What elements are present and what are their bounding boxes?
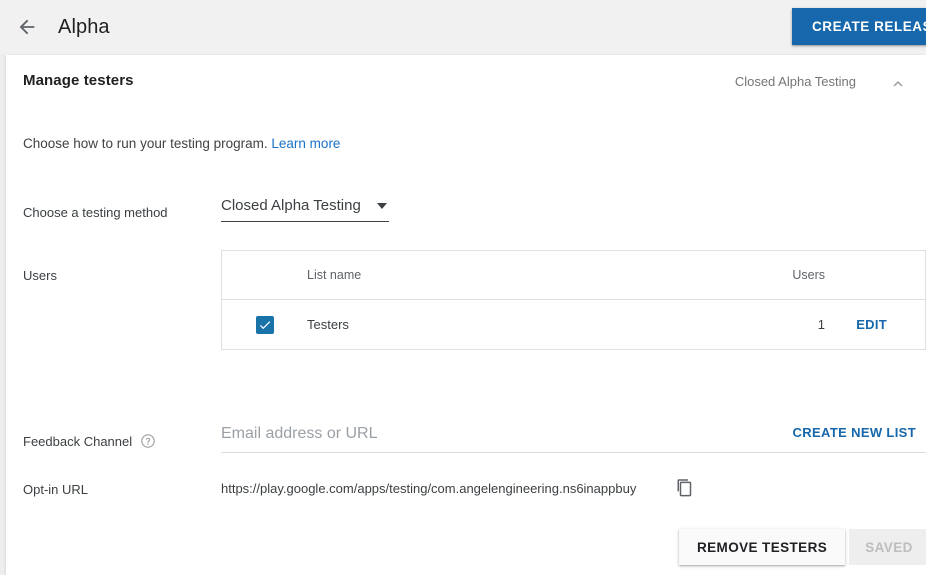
feedback-channel-input[interactable] [221,425,926,443]
app-bar: Alpha [0,0,926,54]
testing-method-label: Choose a testing method [23,205,168,220]
create-release-button[interactable]: CREATE RELEASE [792,8,926,45]
testing-method-selected-value: Closed Alpha Testing [221,197,361,214]
edit-list-link[interactable]: EDIT [856,317,887,332]
copy-icon[interactable] [672,475,698,501]
arrow-back-icon[interactable] [14,14,40,40]
table-row: Testers 1 EDIT [222,300,925,349]
manage-testers-card: Manage testers Closed Alpha Testing Choo… [6,55,926,575]
table-header-row: List name Users [222,251,925,300]
users-table: List name Users Testers 1 EDIT [221,250,926,350]
testing-method-select[interactable]: Closed Alpha Testing [221,197,389,222]
card-status-label: Closed Alpha Testing [734,74,856,89]
feedback-channel-label: Feedback Channel [23,433,133,449]
optin-url-value: https://play.google.com/apps/testing/com… [221,481,637,496]
card-header: Manage testers Closed Alpha Testing [6,55,926,111]
row-list-name: Testers [307,317,349,332]
remove-testers-button[interactable]: REMOVE TESTERS [679,529,846,565]
users-label: Users [23,268,57,283]
row-checkbox-checked[interactable] [255,315,274,334]
saved-button: SAVED [849,529,926,565]
column-header-list-name: List name [307,268,362,282]
help-circle-icon[interactable] [140,433,156,449]
row-users-count: 1 [817,317,825,332]
feedback-channel-field[interactable] [221,425,926,453]
card-subtitle-text: Choose how to run your testing program. [23,136,268,151]
card-title: Manage testers [23,72,134,89]
column-header-users: Users [792,268,825,282]
feedback-channel-label-group: Feedback Channel [23,433,156,449]
card-subtitle: Choose how to run your testing program. … [23,136,340,151]
row-action-cell: EDIT [825,316,925,334]
optin-url-label: Opt-in URL [23,482,89,497]
page-title: Alpha [58,15,110,38]
learn-more-link[interactable]: Learn more [271,136,340,151]
chevron-up-icon[interactable] [886,72,910,96]
chevron-down-icon [377,202,387,209]
app-root: Alpha CREATE RELEASE Manage testers Clos… [0,0,926,575]
row-checkbox-cell [222,315,307,334]
